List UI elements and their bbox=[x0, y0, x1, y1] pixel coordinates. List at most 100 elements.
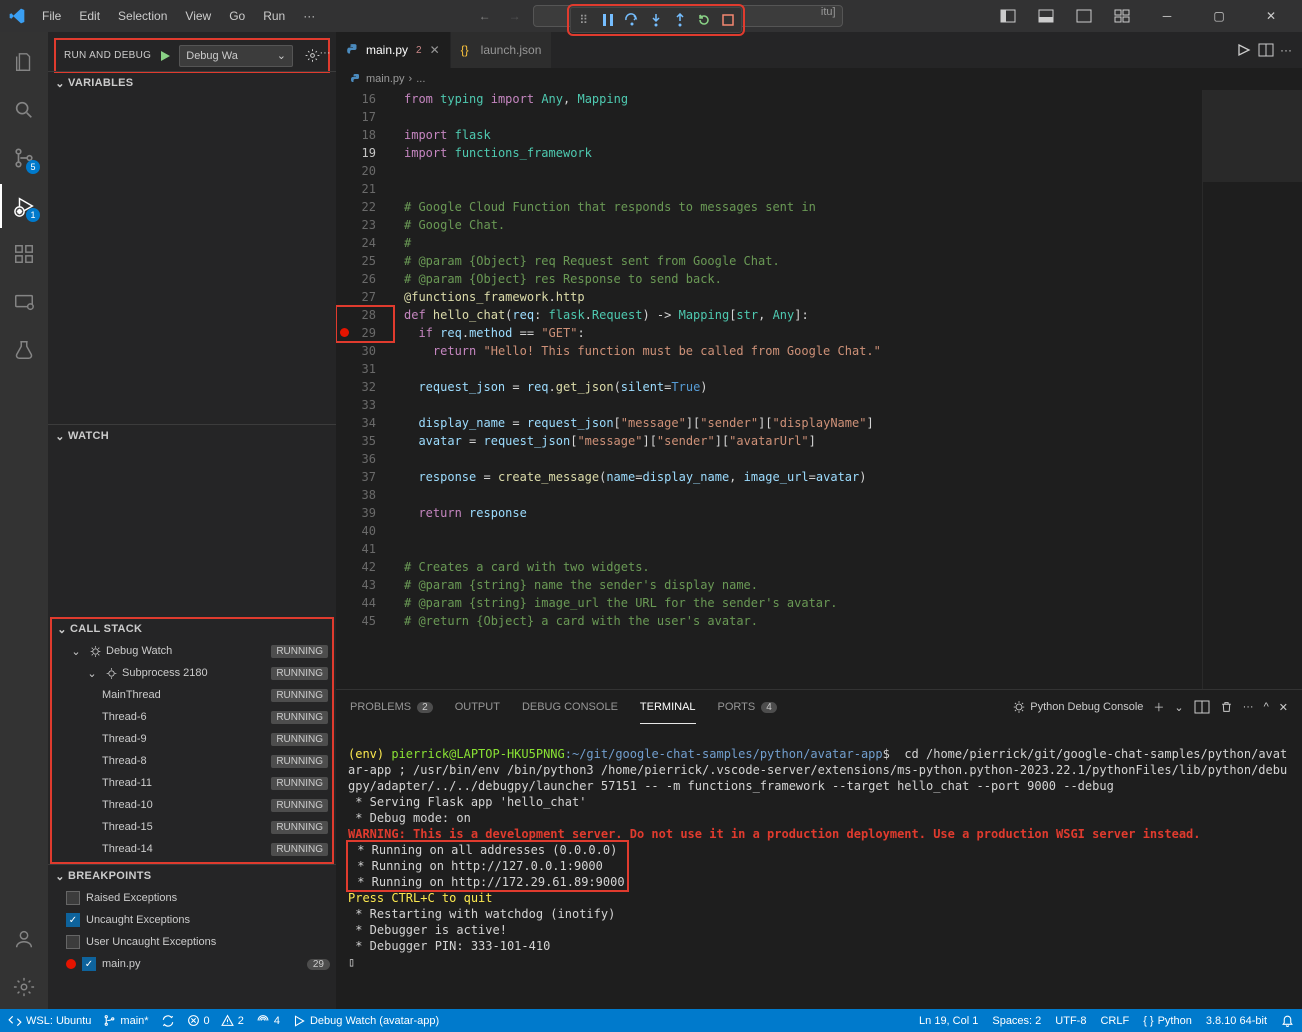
terminal-content[interactable]: (env) pierrick@LAPTOP-HKU5PNNG:~/git/goo… bbox=[336, 724, 1302, 1009]
breakpoints-header[interactable]: ⌄BREAKPOINTS bbox=[48, 865, 336, 887]
panel-tab-terminal[interactable]: TERMINAL bbox=[640, 690, 696, 724]
breadcrumb[interactable]: main.py › ... bbox=[336, 68, 1302, 90]
gutter-line[interactable]: 44 bbox=[336, 594, 376, 612]
gutter-line[interactable]: 30 bbox=[336, 342, 376, 360]
panel-tab-ports[interactable]: PORTS4 bbox=[718, 690, 777, 724]
callstack-thread[interactable]: MainThreadRUNNING bbox=[50, 684, 334, 706]
activity-ext-icon[interactable] bbox=[0, 232, 48, 276]
window-close[interactable]: ✕ bbox=[1248, 0, 1294, 32]
step-into-icon[interactable] bbox=[647, 11, 665, 29]
activity-debug-icon[interactable]: 1 bbox=[0, 184, 48, 228]
layout-left-icon[interactable] bbox=[992, 2, 1024, 30]
status-branch[interactable]: main* bbox=[103, 1014, 148, 1027]
status-ports[interactable]: 4 bbox=[256, 1014, 280, 1027]
status-bell-icon[interactable] bbox=[1281, 1014, 1294, 1027]
activity-testing-icon[interactable] bbox=[0, 328, 48, 372]
callstack-subprocess[interactable]: ⌄Subprocess 2180RUNNING bbox=[50, 662, 334, 684]
layout-grid-icon[interactable] bbox=[1106, 2, 1138, 30]
activity-search-icon[interactable] bbox=[0, 88, 48, 132]
menu-go[interactable]: Go bbox=[221, 5, 253, 27]
panel-tab-debugconsole[interactable]: DEBUG CONSOLE bbox=[522, 690, 618, 724]
callstack-root[interactable]: ⌄Debug WatchRUNNING bbox=[50, 640, 334, 662]
tab-launch-json[interactable]: {} launch.json bbox=[451, 32, 553, 68]
status-python[interactable]: 3.8.10 64-bit bbox=[1206, 1015, 1267, 1027]
callstack-thread[interactable]: Thread-8RUNNING bbox=[50, 750, 334, 772]
kill-terminal-icon[interactable] bbox=[1220, 700, 1233, 714]
code-area[interactable]: from typing import Any, Mappingimport fl… bbox=[394, 90, 1202, 689]
menu-view[interactable]: View bbox=[177, 5, 219, 27]
callstack-thread[interactable]: Thread-6RUNNING bbox=[50, 706, 334, 728]
gutter-line[interactable]: 23 bbox=[336, 216, 376, 234]
step-over-icon[interactable] bbox=[623, 11, 641, 29]
status-cursor[interactable]: Ln 19, Col 1 bbox=[919, 1015, 978, 1027]
pause-icon[interactable] bbox=[599, 11, 617, 29]
split-editor-icon[interactable] bbox=[1258, 43, 1274, 57]
menu-selection[interactable]: Selection bbox=[110, 5, 175, 27]
gutter-line[interactable]: 37 bbox=[336, 468, 376, 486]
panel-tab-output[interactable]: OUTPUT bbox=[455, 690, 500, 724]
gutter-line[interactable]: 22 bbox=[336, 198, 376, 216]
editor[interactable]: 1617181920212223242526272829303132333435… bbox=[336, 90, 1302, 689]
callstack-thread[interactable]: Thread-14RUNNING bbox=[50, 838, 334, 860]
minimap-slider[interactable] bbox=[1203, 90, 1302, 182]
restart-icon[interactable] bbox=[695, 11, 713, 29]
run-icon[interactable] bbox=[1236, 43, 1252, 57]
gutter-line[interactable]: 36 bbox=[336, 450, 376, 468]
more-icon[interactable]: ··· bbox=[316, 47, 334, 59]
close-panel-icon[interactable]: ✕ bbox=[1279, 701, 1288, 714]
gutter-line[interactable]: 20 bbox=[336, 162, 376, 180]
checkbox[interactable] bbox=[66, 891, 80, 905]
gutter-line[interactable]: 21 bbox=[336, 180, 376, 198]
checkbox[interactable] bbox=[82, 957, 96, 971]
callstack-thread[interactable]: Thread-15RUNNING bbox=[50, 816, 334, 838]
variables-header[interactable]: ⌄VARIABLES bbox=[48, 72, 336, 94]
menu-edit[interactable]: Edit bbox=[71, 5, 108, 27]
status-eol[interactable]: CRLF bbox=[1100, 1015, 1129, 1027]
activity-settings-icon[interactable] bbox=[0, 965, 48, 1009]
callstack-header[interactable]: ⌄CALL STACK bbox=[50, 618, 334, 640]
debug-config-select[interactable]: Debug Wa⌄ bbox=[179, 45, 293, 67]
split-terminal-icon[interactable] bbox=[1194, 700, 1210, 714]
gutter-line[interactable]: 19 bbox=[336, 144, 376, 162]
gutter-line[interactable]: 17 bbox=[336, 108, 376, 126]
more-actions-icon[interactable]: ··· bbox=[1280, 43, 1292, 57]
gutter-line[interactable]: 18 bbox=[336, 126, 376, 144]
step-out-icon[interactable] bbox=[671, 11, 689, 29]
close-tab-icon[interactable]: ✕ bbox=[430, 43, 440, 57]
gutter-line[interactable]: 34 bbox=[336, 414, 376, 432]
status-debug[interactable]: Debug Watch (avatar-app) bbox=[292, 1014, 439, 1028]
breakpoint-row[interactable]: Raised Exceptions bbox=[48, 887, 336, 909]
watch-header[interactable]: ⌄WATCH bbox=[48, 425, 336, 447]
gutter-line[interactable]: 33 bbox=[336, 396, 376, 414]
gutter-line[interactable]: 45 bbox=[336, 612, 376, 630]
breakpoint-row[interactable]: main.py29 bbox=[48, 953, 336, 975]
gutter-line[interactable]: 35 bbox=[336, 432, 376, 450]
callstack-thread[interactable]: Thread-11RUNNING bbox=[50, 772, 334, 794]
tab-main-py[interactable]: main.py 2 ✕ bbox=[336, 32, 451, 68]
activity-explorer-icon[interactable] bbox=[0, 40, 48, 84]
terminal-profile[interactable]: Python Debug Console bbox=[1012, 700, 1143, 714]
status-problems[interactable]: 0 2 bbox=[187, 1014, 244, 1027]
callstack-thread[interactable]: Thread-10RUNNING bbox=[50, 794, 334, 816]
more-terminal-icon[interactable]: ··· bbox=[1243, 701, 1254, 713]
gutter-line[interactable]: 38 bbox=[336, 486, 376, 504]
menu-file[interactable]: File bbox=[34, 5, 69, 27]
start-debug-icon[interactable] bbox=[157, 48, 173, 64]
status-encoding[interactable]: UTF-8 bbox=[1055, 1015, 1086, 1027]
menu-run[interactable]: Run bbox=[255, 5, 293, 27]
layout-panel-icon[interactable] bbox=[1030, 2, 1062, 30]
breakpoint-row[interactable]: User Uncaught Exceptions bbox=[48, 931, 336, 953]
nav-forward-icon[interactable]: → bbox=[503, 4, 527, 28]
gutter-line[interactable]: 32 bbox=[336, 378, 376, 396]
gutter-line[interactable]: 41 bbox=[336, 540, 376, 558]
gutter-line[interactable]: 25 bbox=[336, 252, 376, 270]
gutter-line[interactable]: 43 bbox=[336, 576, 376, 594]
status-lang[interactable]: { } Python bbox=[1143, 1015, 1192, 1027]
panel-tab-problems[interactable]: PROBLEMS2 bbox=[350, 690, 433, 724]
status-sync[interactable] bbox=[161, 1014, 175, 1028]
window-maximize[interactable]: ▢ bbox=[1196, 0, 1242, 32]
gutter-line[interactable]: 31 bbox=[336, 360, 376, 378]
gutter-line[interactable]: 16 bbox=[336, 90, 376, 108]
new-terminal-icon[interactable]: ＋ bbox=[1153, 699, 1164, 715]
editor-gutter[interactable]: 1617181920212223242526272829303132333435… bbox=[336, 90, 394, 689]
